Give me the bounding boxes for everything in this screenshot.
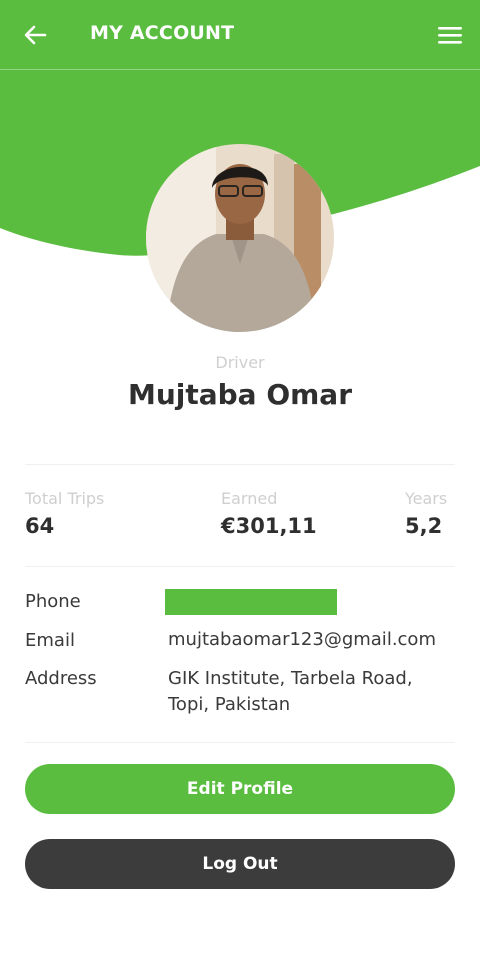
stat-total-trips-value: 64 [25,514,55,538]
app-bar: MY ACCOUNT [0,0,480,70]
phone-label: Phone [25,591,81,612]
back-button[interactable] [18,19,52,51]
log-out-label: Log Out [202,854,278,874]
divider [25,742,455,743]
avatar[interactable] [146,144,334,332]
phone-value-redacted [165,589,337,615]
stat-total-trips-label: Total Trips [25,489,105,508]
stat-years-value: 5,2 [405,514,443,538]
address-line-2: Topi, Pakistan [168,694,291,715]
stat-earned-value: €301,11 [221,514,317,538]
stat-earned-label: Earned [221,489,278,508]
divider [25,464,455,465]
email-value: mujtabaomar123@gmail.com [168,629,436,650]
arrow-left-icon [24,25,47,45]
user-role: Driver [215,353,265,372]
email-label: Email [25,630,75,651]
edit-profile-label: Edit Profile [186,779,294,799]
user-name: Mujtaba Omar [127,378,353,411]
stat-years-label: Years [405,489,448,508]
menu-button[interactable] [432,20,468,50]
hamburger-menu-icon [438,27,462,44]
log-out-button[interactable]: Log Out [25,839,455,889]
divider [25,566,455,567]
edit-profile-button[interactable]: Edit Profile [25,764,455,814]
page-title: MY ACCOUNT [90,22,235,44]
address-line-1: GIK Institute, Tarbela Road, [168,668,413,689]
address-label: Address [25,668,97,689]
